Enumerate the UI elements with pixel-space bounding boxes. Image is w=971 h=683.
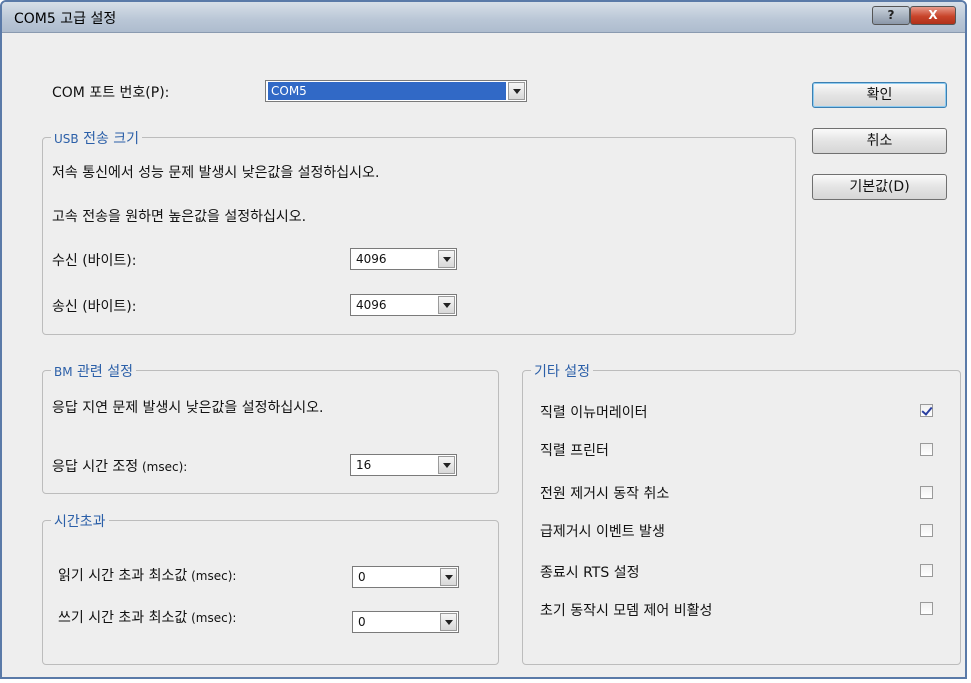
latency-unit: (msec): (138, 460, 188, 474)
latency-label-text: 응답 시간 조정 (52, 459, 139, 475)
timeouts-group: 시간초과 (42, 511, 499, 665)
receive-bytes-select[interactable]: 4096 (350, 248, 457, 270)
write-timeout-select[interactable]: 0 (352, 611, 459, 633)
receive-bytes-value: 4096 (356, 252, 387, 266)
option-label: 초기 동작시 모뎀 제어 비활성 (540, 603, 713, 619)
write-timeout-label: 쓰기 시간 초과 최소값 (msec): (58, 607, 236, 627)
chevron-down-icon[interactable] (438, 456, 455, 474)
receive-bytes-label: 수신 (바이트): (52, 253, 137, 269)
help-button[interactable]: ? (872, 6, 910, 25)
read-timeout-label: 읽기 시간 초과 최소값 (msec): (58, 565, 236, 585)
read-timeout-select[interactable]: 0 (352, 566, 459, 588)
option-checkbox[interactable] (920, 486, 933, 499)
latency-label: 응답 시간 조정 (msec): (52, 456, 187, 476)
option-label: 종료시 RTS 설정 (540, 565, 640, 581)
option-checkbox[interactable] (920, 404, 933, 417)
option-checkbox[interactable] (920, 602, 933, 615)
bm-legend-rest: 관련 설정 (72, 364, 134, 380)
chevron-down-icon[interactable] (438, 250, 455, 268)
read-timeout-unit: (msec): (187, 569, 237, 583)
write-timeout-text: 쓰기 시간 초과 최소값 (58, 610, 188, 626)
bm-legend-prefix: BM (54, 365, 73, 379)
send-bytes-label: 송신 (바이트): (52, 299, 137, 315)
defaults-button[interactable]: 기본값(D) (812, 174, 947, 200)
option-label: 전원 제거시 동작 취소 (540, 486, 670, 502)
write-timeout-value: 0 (358, 615, 366, 629)
usb-group-legend: USB 전송 크기 (51, 128, 143, 148)
bm-group-legend: BM 관련 설정 (51, 361, 137, 381)
usb-legend-rest: 전송 크기 (78, 131, 140, 147)
ok-button[interactable]: 확인 (812, 82, 947, 108)
timeouts-legend: 시간초과 (51, 511, 109, 531)
com-port-value: COM5 (268, 82, 506, 100)
latency-select[interactable]: 16 (350, 454, 457, 476)
read-timeout-value: 0 (358, 570, 366, 584)
option-label: 직렬 프린터 (540, 443, 609, 459)
close-button[interactable]: X (910, 6, 956, 25)
com-port-select[interactable]: COM5 (265, 80, 527, 102)
chevron-down-icon[interactable] (440, 613, 457, 631)
misc-legend: 기타 설정 (531, 361, 593, 381)
option-checkbox[interactable] (920, 443, 933, 456)
chevron-down-icon[interactable] (440, 568, 457, 586)
usb-legend-prefix: USB (54, 132, 79, 146)
chevron-down-icon[interactable] (508, 82, 525, 100)
usb-desc-high: 고속 전송을 원하면 높은값을 설정하십시오. (52, 209, 307, 225)
write-timeout-unit: (msec): (187, 611, 237, 625)
latency-value: 16 (356, 458, 372, 472)
title-bar[interactable]: COM5 고급 설정 ? X (2, 2, 965, 33)
option-checkbox[interactable] (920, 564, 933, 577)
dialog-window: COM5 고급 설정 ? X COM 포트 번호(P): COM5 확인 취소 … (0, 0, 967, 679)
chevron-down-icon[interactable] (438, 296, 455, 314)
bm-desc: 응답 지연 문제 발생시 낮은값을 설정하십시오. (52, 400, 324, 416)
read-timeout-text: 읽기 시간 초과 최소값 (58, 568, 188, 584)
cancel-button[interactable]: 취소 (812, 128, 947, 154)
send-bytes-select[interactable]: 4096 (350, 294, 457, 316)
option-checkbox[interactable] (920, 524, 933, 537)
option-label: 급제거시 이벤트 발생 (540, 524, 665, 540)
usb-desc-low: 저속 통신에서 성능 문제 발생시 낮은값을 설정하십시오. (52, 165, 380, 181)
window-title: COM5 고급 설정 (14, 11, 117, 27)
send-bytes-value: 4096 (356, 298, 387, 312)
com-port-label: COM 포트 번호(P): (52, 85, 170, 101)
option-label: 직렬 이뉴머레이터 (540, 405, 648, 421)
